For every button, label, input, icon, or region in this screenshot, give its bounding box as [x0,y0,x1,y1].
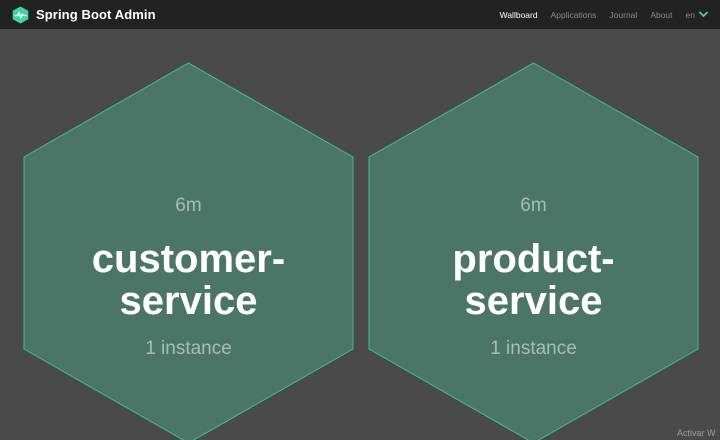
nav-about[interactable]: About [650,10,672,20]
app-name-line-2: service [464,279,603,323]
brand-link[interactable]: Spring Boot Admin [12,6,156,24]
application-hex-product-service[interactable]: 6m product- service 1 instance [368,62,699,440]
app-instance-count: 1 instance [145,338,232,359]
wallboard: 6m customer- service 1 instance 6m produ… [0,29,720,440]
app-name-line-2: service [119,279,258,323]
brand-name: Spring Boot Admin [36,7,156,22]
nav-menu: Wallboard Applications Journal About en [500,0,720,29]
app-uptime: 6m [520,195,547,216]
app-name-line-1: product- [452,237,615,281]
heartbeat-logo-icon [12,6,29,23]
language-label: en [685,9,695,20]
nav-applications[interactable]: Applications [551,10,597,20]
nav-journal[interactable]: Journal [609,10,637,20]
top-navbar: Spring Boot Admin Wallboard Applications… [0,0,720,29]
app-name: customer- service [23,238,354,322]
app-uptime: 6m [175,195,202,216]
language-selector[interactable]: en [686,10,708,20]
app-name: product- service [368,238,699,322]
windows-activation-watermark: Activar W [677,428,716,438]
chevron-down-icon [699,11,708,17]
application-hex-customer-service[interactable]: 6m customer- service 1 instance [23,62,354,440]
app-name-line-1: customer- [91,237,286,281]
app-instance-count: 1 instance [490,338,577,359]
nav-wallboard[interactable]: Wallboard [500,10,538,20]
